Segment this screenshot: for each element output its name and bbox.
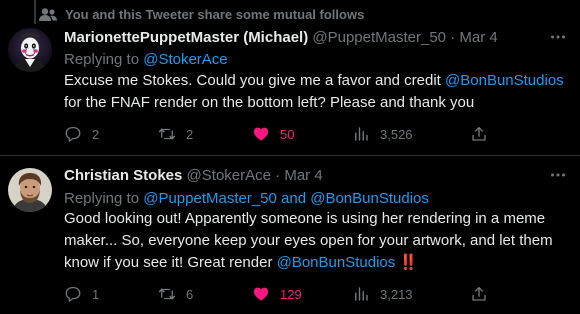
views-icon	[355, 127, 368, 141]
like-button[interactable]: 50	[252, 124, 294, 144]
user-handle[interactable]: @PuppetMaster_50	[312, 29, 446, 46]
reply-count: 2	[92, 126, 100, 142]
thread-line	[34, 0, 36, 24]
tweet-text-part: Excuse me Stokes. Could you give me a fa…	[64, 72, 446, 89]
replying-to-label: Replying to	[64, 51, 144, 68]
share-icon	[472, 126, 486, 141]
retweet-icon	[158, 288, 176, 300]
reply-mention-link[interactable]: @BonBunStudios	[310, 190, 429, 207]
retweet-icon	[158, 128, 176, 140]
retweet-count: 6	[186, 286, 194, 302]
tweet-text-part: for the FNAF render on the bottom left? …	[64, 94, 475, 111]
share-icon	[472, 286, 486, 301]
heart-icon	[253, 127, 269, 141]
user-handle[interactable]: @StokerAce	[187, 167, 271, 184]
display-name[interactable]: MarionettePuppetMaster (Michael)	[64, 29, 308, 46]
views-button[interactable]: 3,526	[352, 124, 413, 144]
retweet-button[interactable]: 6	[158, 284, 193, 304]
more-options-icon[interactable]	[548, 28, 568, 48]
puppet-avatar[interactable]	[8, 28, 52, 72]
separator-dot: ·	[275, 167, 281, 184]
share-button[interactable]	[470, 284, 488, 304]
more-options-icon[interactable]	[548, 166, 568, 186]
reply-count: 1	[92, 286, 100, 302]
tweet-actions: 1 6 129 3,213	[64, 284, 564, 304]
view-count: 3,213	[380, 286, 413, 302]
replying-and-label: and	[276, 190, 311, 207]
share-button[interactable]	[470, 124, 488, 144]
like-button[interactable]: 129	[252, 284, 302, 304]
tweet-date[interactable]: Mar 4	[459, 29, 497, 46]
replying-to: Replying to @StokerAce	[64, 50, 228, 70]
tweet-divider	[0, 155, 580, 156]
reply-button[interactable]: 1	[64, 284, 99, 304]
views-icon	[355, 287, 368, 301]
tweet-text-part: ‼️	[395, 254, 419, 271]
mention-link[interactable]: @BonBunStudios	[277, 254, 396, 271]
tweet-header: MarionettePuppetMaster (Michael) @Puppet…	[64, 28, 498, 48]
social-context-label: You and this Tweeter share some mutual f…	[65, 7, 365, 22]
view-count: 3,526	[380, 126, 413, 142]
views-button[interactable]: 3,213	[352, 284, 413, 304]
replying-to-label: Replying to	[64, 190, 144, 207]
retweet-button[interactable]: 2	[158, 124, 193, 144]
reply-mention-link[interactable]: @PuppetMaster_50	[143, 190, 277, 207]
tweet[interactable]: Christian Stokes @StokerAce · Mar 4 Repl…	[0, 160, 580, 314]
man-avatar[interactable]	[8, 168, 52, 212]
reply-button[interactable]: 2	[64, 124, 99, 144]
retweet-count: 2	[186, 126, 194, 142]
reply-mention-link[interactable]: @StokerAce	[143, 51, 227, 68]
separator-dot: ·	[450, 29, 456, 46]
like-count: 129	[280, 286, 302, 302]
display-name[interactable]: Christian Stokes	[64, 167, 182, 184]
people-icon	[38, 7, 58, 23]
reply-icon	[65, 126, 81, 142]
tweet[interactable]: MarionettePuppetMaster (Michael) @Puppet…	[0, 24, 580, 154]
mention-link[interactable]: @BonBunStudios	[445, 72, 564, 89]
tweet-header: Christian Stokes @StokerAce · Mar 4	[64, 166, 323, 186]
heart-icon	[253, 287, 269, 301]
tweet-text: Excuse me Stokes. Could you give me a fa…	[64, 70, 564, 114]
replying-to: Replying to @PuppetMaster_50 and @BonBun…	[64, 189, 429, 209]
like-count: 50	[280, 126, 295, 142]
tweet-text: Good looking out! Apparently someone is …	[64, 208, 564, 274]
reply-icon	[65, 286, 81, 302]
tweet-date[interactable]: Mar 4	[284, 167, 322, 184]
tweet-actions: 2 2 50 3,526	[64, 124, 564, 144]
